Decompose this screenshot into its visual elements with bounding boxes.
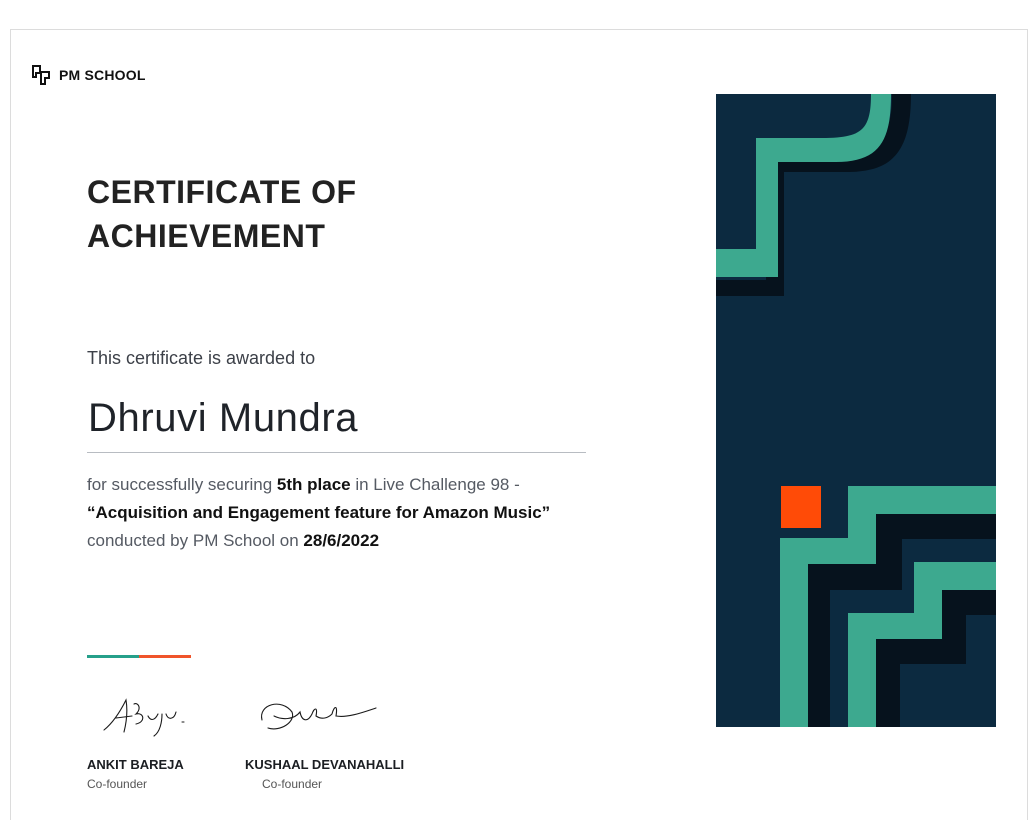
- description-suffix: in Live Challenge 98 -: [350, 475, 520, 494]
- accent-rule-teal: [87, 655, 139, 658]
- signatory-name: KUSHAAL DEVANAHALLI: [245, 757, 405, 772]
- title-line-1: CERTIFICATE OF: [87, 174, 357, 210]
- recipient-name: Dhruvi Mundra: [88, 396, 359, 440]
- title-line-2: ACHIEVEMENT: [87, 218, 326, 254]
- signature-kushaal-devanahalli: [261, 703, 377, 730]
- signatory-role: Co-founder: [87, 777, 148, 791]
- pm-school-logo-icon: [32, 65, 50, 85]
- brand-logo: PM SCHOOL: [31, 64, 146, 86]
- conducted-text: conducted by PM School on: [87, 531, 304, 550]
- accent-rule-orange: [139, 655, 191, 658]
- description-line-3: conducted by PM School on 28/6/2022: [87, 527, 647, 555]
- signature-ankit-bareja: [103, 698, 185, 737]
- challenge-title: “Acquisition and Engagement feature for …: [87, 503, 551, 522]
- decorative-artwork: [716, 94, 996, 727]
- achievement-description: for successfully securing 5th place in L…: [87, 471, 647, 555]
- certificate-title: CERTIFICATE OF ACHIEVEMENT: [87, 170, 357, 258]
- awarded-text: This certificate is awarded to: [87, 348, 316, 368]
- signatory-name: ANKIT BAREJA: [87, 757, 184, 772]
- name-underline: [87, 452, 586, 453]
- place-value: 5th place: [276, 475, 351, 494]
- brand-name: PM SCHOOL: [59, 67, 146, 83]
- signatory-role: Co-founder: [262, 777, 323, 791]
- orange-square: [781, 486, 821, 528]
- accent-rule: [87, 655, 191, 658]
- description-prefix: for successfully securing: [87, 475, 277, 494]
- description-line-1: for successfully securing 5th place in L…: [87, 471, 647, 499]
- date-value: 28/6/2022: [303, 531, 380, 550]
- description-line-2: “Acquisition and Engagement feature for …: [87, 499, 647, 527]
